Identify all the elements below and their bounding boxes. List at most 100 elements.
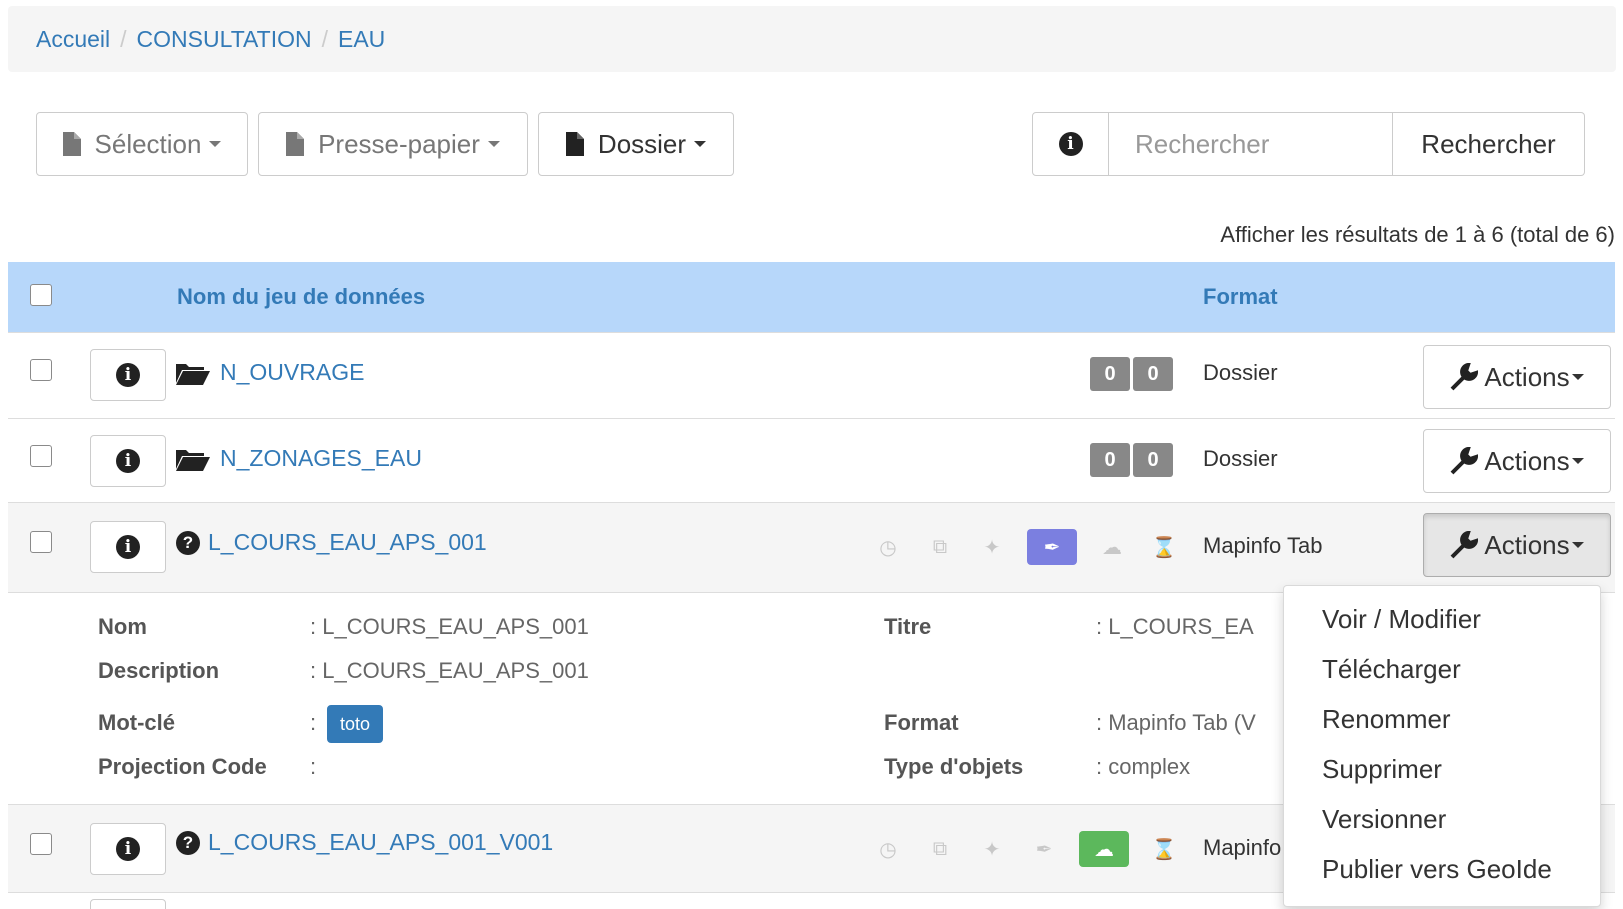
detail-value-mot-cle-colon: : [310, 710, 317, 735]
feather-icon: ✒ [1035, 838, 1053, 861]
clipboard-dropdown-button[interactable]: Presse-papier [258, 112, 528, 176]
question-circle-icon: ? [176, 830, 200, 855]
row-checkbox[interactable] [30, 445, 52, 467]
detail-label-description: Description [98, 658, 220, 683]
count-badge: 0 [1090, 443, 1130, 477]
format-cell: Mapinfo Tab [1203, 533, 1323, 558]
row-checkbox[interactable] [30, 359, 52, 381]
search-group: i Rechercher [1032, 112, 1585, 176]
file-icon [62, 132, 81, 156]
detail-label-projection: Projection Code [98, 754, 267, 779]
cloud-upload-icon[interactable]: ☁ [1079, 831, 1129, 867]
results-info: Afficher les résultats de 1 à 6 (total d… [1220, 222, 1615, 247]
badge-group: 0 0 [1090, 443, 1173, 477]
row-info-button[interactable]: i [90, 823, 166, 875]
detail-value-titre: : L_COURS_EA [1096, 614, 1254, 639]
question-circle-icon: ? [176, 530, 200, 555]
row-info-button[interactable]: i [90, 521, 166, 573]
detail-label-type-objets: Type d'objets [884, 754, 1024, 779]
row-checkbox[interactable] [30, 833, 52, 855]
selection-label: Sélection [94, 128, 202, 159]
table-header: Nom du jeu de données Format [8, 262, 1615, 332]
detail-label-titre: Titre [884, 614, 932, 639]
row-info-button[interactable] [90, 899, 166, 909]
feather-icon[interactable]: ✒ [1027, 529, 1077, 565]
wrench-icon [1450, 531, 1479, 559]
info-icon: i [116, 449, 140, 473]
count-badge: 0 [1090, 357, 1130, 391]
breadcrumb: Accueil / CONSULTATION / EAU [8, 6, 1616, 72]
column-header-format[interactable]: Format [1203, 284, 1278, 310]
menu-item-version[interactable]: Versionner [1284, 794, 1600, 844]
table-row: i N_ZONAGES_EAU 0 0 Dossier Actions [8, 418, 1615, 502]
file-icon [286, 132, 305, 156]
copy-icon: ⧉ [932, 837, 948, 860]
select-all-checkbox[interactable] [30, 284, 52, 306]
keyword-tag[interactable]: toto [327, 705, 383, 743]
row-info-button[interactable]: i [90, 349, 166, 401]
info-icon: i [116, 363, 140, 387]
column-header-name[interactable]: Nom du jeu de données [177, 284, 425, 310]
search-info-button[interactable]: i [1032, 112, 1109, 176]
format-cell: Dossier [1203, 446, 1278, 471]
clipboard-label: Presse-papier [318, 128, 480, 159]
table-row: i N_OUVRAGE 0 0 Dossier Actions [8, 332, 1615, 418]
dataset-name: N_ZONAGES_EAU [220, 445, 422, 471]
menu-item-download[interactable]: Télécharger [1284, 644, 1600, 694]
detail-value-nom: : L_COURS_EAU_APS_001 [310, 614, 589, 639]
pin-icon: ✦ [983, 536, 1001, 559]
folder-label: Dossier [597, 128, 687, 159]
breadcrumb-separator: / [120, 25, 127, 52]
status-icons: ◷ ⧉ ✦ ✒ ☁ ⌛ [871, 831, 1199, 867]
menu-item-rename[interactable]: Renommer [1284, 694, 1600, 744]
actions-dropdown-menu: Voir / Modifier Télécharger Renommer Sup… [1283, 585, 1601, 907]
folder-dropdown-button[interactable]: Dossier [538, 112, 734, 176]
caret-down-icon [1571, 458, 1584, 464]
detail-label-mot-cle: Mot-clé [98, 710, 175, 735]
row-info-button[interactable]: i [90, 435, 166, 487]
actions-label: Actions [1484, 361, 1570, 392]
dataset-name: L_COURS_EAU_APS_001 [208, 529, 487, 555]
caret-down-icon [1571, 542, 1584, 548]
row-checkbox[interactable] [30, 531, 52, 553]
table-row: i ? L_COURS_EAU_APS_001 ◷ ⧉ ✦ ✒ ☁ ⌛ Mapi… [8, 502, 1615, 592]
caret-down-icon [487, 141, 500, 147]
folder-open-icon [176, 363, 210, 385]
menu-item-publish-geoide[interactable]: Publier vers GeoIde [1284, 844, 1600, 894]
caret-down-icon [694, 141, 707, 147]
actions-button[interactable]: Actions [1423, 345, 1611, 409]
format-cell: Mapinfo [1203, 835, 1282, 860]
status-icons: ◷ ⧉ ✦ ✒ ☁ ⌛ [871, 529, 1199, 565]
breadcrumb-accueil[interactable]: Accueil [36, 26, 110, 53]
breadcrumb-separator: / [321, 25, 328, 52]
dataset-link[interactable]: ? L_COURS_EAU_APS_001 [176, 529, 487, 556]
detail-label-nom: Nom [98, 614, 147, 639]
paperclip-icon: ⌛ [1151, 838, 1177, 861]
pin-icon: ✦ [983, 838, 1001, 861]
actions-button[interactable]: Actions [1423, 513, 1611, 577]
menu-item-delete[interactable]: Supprimer [1284, 744, 1600, 794]
badge-group: 0 0 [1090, 357, 1173, 391]
actions-label: Actions [1484, 445, 1570, 476]
selection-dropdown-button[interactable]: Sélection [36, 112, 248, 176]
cloud-upload-icon: ☁ [1102, 536, 1122, 559]
caret-down-icon [209, 141, 222, 147]
detail-label-format: Format [884, 710, 959, 735]
folder-open-icon [176, 449, 210, 471]
breadcrumb-consultation[interactable]: CONSULTATION [137, 26, 312, 53]
count-badge: 0 [1133, 443, 1173, 477]
copy-icon: ⧉ [932, 535, 948, 558]
wrench-icon [1450, 363, 1479, 391]
dataset-link[interactable]: ? L_COURS_EAU_APS_001_V001 [176, 829, 553, 856]
info-icon: i [116, 535, 140, 559]
menu-item-view-edit[interactable]: Voir / Modifier [1284, 594, 1600, 644]
dataset-link[interactable]: N_OUVRAGE [176, 359, 364, 386]
dataset-link[interactable]: N_ZONAGES_EAU [176, 445, 422, 472]
actions-button[interactable]: Actions [1423, 429, 1611, 493]
detail-value-format: : Mapinfo Tab (V [1096, 710, 1256, 735]
caret-down-icon [1571, 374, 1584, 380]
wrench-icon [1450, 447, 1479, 475]
search-input[interactable] [1109, 112, 1393, 176]
breadcrumb-eau[interactable]: EAU [338, 26, 385, 53]
search-button[interactable]: Rechercher [1393, 112, 1585, 176]
